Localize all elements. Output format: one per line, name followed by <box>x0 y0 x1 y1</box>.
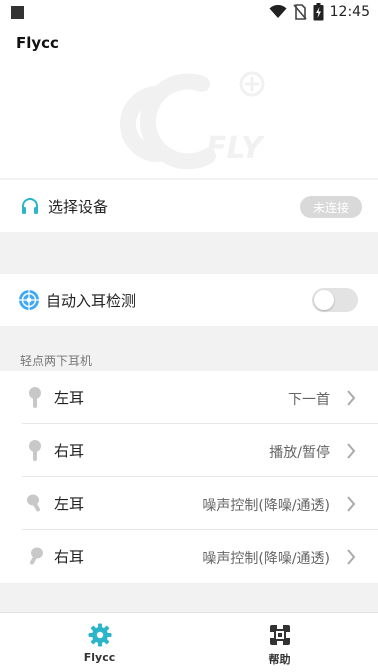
tab-flycc[interactable]: Flycc <box>5 613 194 672</box>
toggle-knob <box>314 290 334 310</box>
bottom-tab-bar: Flycc 帮助 <box>0 612 378 672</box>
gear-icon <box>88 623 111 647</box>
double-tap-row-right-2[interactable]: 右耳 噪声控制(降噪/通透) <box>0 530 378 583</box>
status-time: 12:45 <box>329 4 370 20</box>
status-icons: 12:45 <box>269 3 370 21</box>
double-tap-section-title: 轻点两下耳机 <box>20 354 93 368</box>
auto-ear-detection-row: 自动入耳检测 <box>0 274 378 326</box>
select-device-row[interactable]: 选择设备 未连接 <box>0 180 378 232</box>
ear-label: 左耳 <box>54 389 85 407</box>
logo-text: FLY <box>206 131 266 166</box>
app-title: Flycc <box>16 34 59 52</box>
tab-help[interactable]: 帮助 <box>185 613 374 672</box>
ear-label: 左耳 <box>54 495 85 513</box>
double-tap-row-left-2[interactable]: 左耳 噪声控制(降噪/通透) <box>0 477 378 530</box>
chevron-right-icon <box>347 496 356 512</box>
status-bar: 12:45 <box>0 0 378 26</box>
select-device-label: 选择设备 <box>48 198 109 216</box>
right-earbud-icon <box>29 440 41 461</box>
chevron-right-icon <box>347 443 356 459</box>
header: Flycc FLY <box>0 26 378 178</box>
ear-label: 右耳 <box>54 442 85 460</box>
double-tap-row-right-1[interactable]: 右耳 播放/暂停 <box>0 424 378 477</box>
chevron-right-icon <box>347 390 356 406</box>
ear-action-value: 噪声控制(降噪/通透) <box>202 498 330 514</box>
battery-icon <box>313 3 324 21</box>
double-tap-row-left-1[interactable]: 左耳 下一首 <box>0 371 378 424</box>
ear-label: 右耳 <box>54 548 85 566</box>
app-logo: FLY <box>110 66 270 176</box>
right-earbud-icon <box>30 547 43 565</box>
left-earbud-icon <box>27 494 40 512</box>
help-icon <box>269 625 290 645</box>
ear-action-value: 播放/暂停 <box>269 445 330 461</box>
tab-flycc-label: Flycc <box>83 651 116 664</box>
notification-icon <box>11 6 24 19</box>
no-sim-icon <box>293 4 307 20</box>
connection-status-badge: 未连接 <box>300 196 362 218</box>
ear-action-value: 噪声控制(降噪/通透) <box>202 551 330 567</box>
headphones-icon <box>22 198 38 214</box>
target-icon <box>19 290 39 310</box>
left-earbud-icon <box>29 387 41 408</box>
tab-help-label: 帮助 <box>268 653 291 666</box>
auto-ear-detection-label: 自动入耳检测 <box>46 292 137 310</box>
chevron-right-icon <box>347 549 356 565</box>
auto-ear-detection-toggle[interactable] <box>312 288 358 312</box>
wifi-icon <box>269 5 287 18</box>
ear-action-value: 下一首 <box>288 392 330 408</box>
